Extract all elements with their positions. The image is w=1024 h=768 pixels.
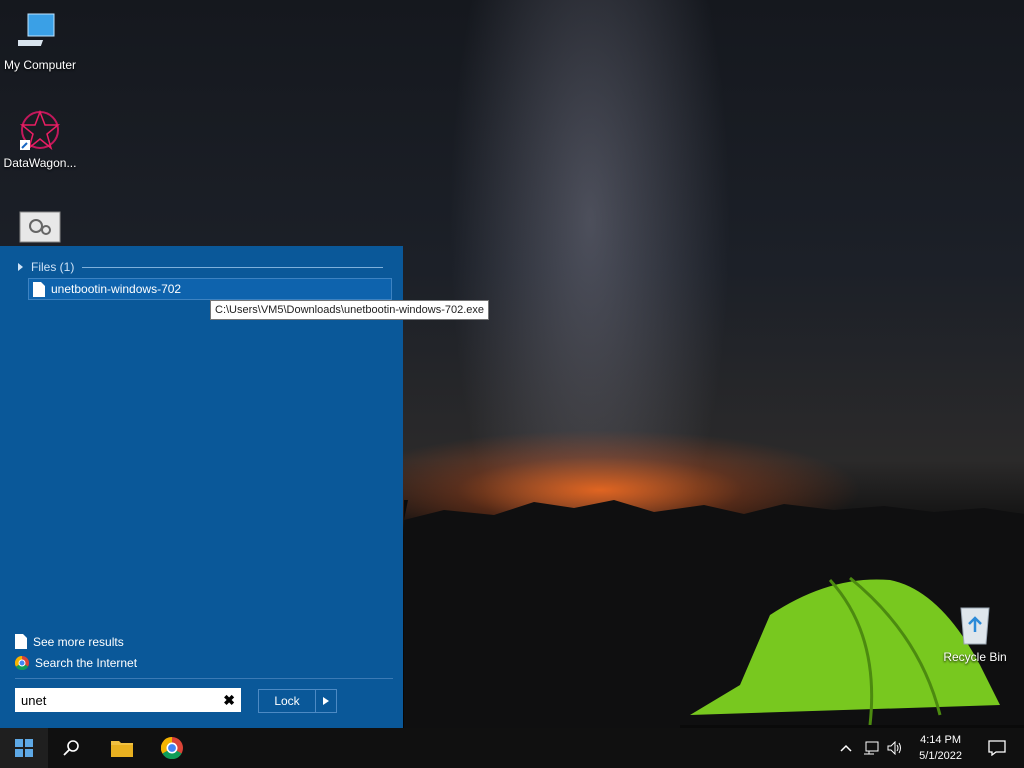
notification-icon bbox=[988, 740, 1006, 756]
panel-divider bbox=[15, 678, 393, 679]
action-center-button[interactable] bbox=[988, 728, 1006, 768]
desktop-icon-label: DataWagon... bbox=[3, 156, 77, 170]
desktop-icon-my-computer[interactable]: My Computer bbox=[0, 10, 80, 72]
search-result-label: unetbootin-windows-702 bbox=[51, 282, 182, 296]
chevron-right-icon bbox=[323, 697, 329, 705]
desktop-icon-label: Recycle Bin bbox=[943, 650, 1007, 664]
file-explorer-icon bbox=[111, 741, 133, 757]
taskbar: 4:14 PM 5/1/2022 bbox=[0, 728, 1024, 768]
taskbar-clock[interactable]: 4:14 PM 5/1/2022 bbox=[919, 732, 962, 764]
desktop-icon-label: My Computer bbox=[3, 58, 77, 72]
volume-tray-button[interactable] bbox=[884, 728, 906, 768]
files-group-header[interactable]: Files (1) bbox=[18, 260, 385, 274]
search-input[interactable] bbox=[15, 691, 223, 709]
see-more-results-label: See more results bbox=[33, 634, 124, 649]
clear-search-icon[interactable]: ✖ bbox=[223, 692, 235, 709]
datawagon-icon bbox=[19, 109, 61, 151]
chrome-icon bbox=[15, 656, 29, 670]
power-options-arrow[interactable] bbox=[315, 689, 337, 713]
taskbar-search-button[interactable] bbox=[48, 728, 96, 768]
desktop-icon-settings-app[interactable] bbox=[0, 210, 80, 248]
header-divider bbox=[82, 266, 383, 268]
desktop-icon-datawagon[interactable]: DataWagon... bbox=[0, 108, 80, 170]
network-tray-button[interactable] bbox=[860, 728, 882, 768]
file-path-tooltip: C:\Users\VM5\Downloads\unetbootin-window… bbox=[210, 300, 490, 320]
tray-overflow-button[interactable] bbox=[838, 728, 854, 768]
network-icon bbox=[864, 741, 879, 755]
file-icon bbox=[33, 281, 45, 297]
search-internet-link[interactable]: Search the Internet bbox=[15, 656, 137, 670]
start-button[interactable] bbox=[0, 728, 48, 768]
document-icon bbox=[15, 634, 27, 649]
clock-date: 5/1/2022 bbox=[919, 750, 962, 762]
gear-window-icon bbox=[19, 211, 61, 243]
windows-start-icon bbox=[15, 739, 33, 757]
chevron-up-icon bbox=[840, 744, 852, 752]
search-internet-label: Search the Internet bbox=[35, 656, 138, 670]
computer-icon bbox=[18, 13, 55, 46]
recycle-bin-icon bbox=[960, 607, 990, 645]
files-group-label: Files (1) bbox=[31, 260, 75, 274]
lock-button-label: Lock bbox=[274, 694, 300, 708]
lock-button[interactable]: Lock bbox=[258, 689, 316, 713]
taskbar-file-explorer[interactable] bbox=[98, 728, 146, 768]
clock-time: 4:14 PM bbox=[920, 734, 962, 746]
desktop-icon-recycle-bin[interactable]: Recycle Bin bbox=[935, 602, 1015, 664]
see-more-results-link[interactable]: See more results bbox=[15, 634, 124, 649]
search-result-item[interactable]: unetbootin-windows-702 bbox=[28, 278, 392, 300]
search-box[interactable]: ✖ bbox=[15, 688, 241, 712]
search-icon bbox=[63, 740, 79, 756]
volume-icon bbox=[887, 741, 901, 755]
taskbar-chrome[interactable] bbox=[148, 728, 196, 768]
chrome-icon bbox=[161, 737, 183, 759]
expand-triangle-icon bbox=[18, 263, 23, 271]
